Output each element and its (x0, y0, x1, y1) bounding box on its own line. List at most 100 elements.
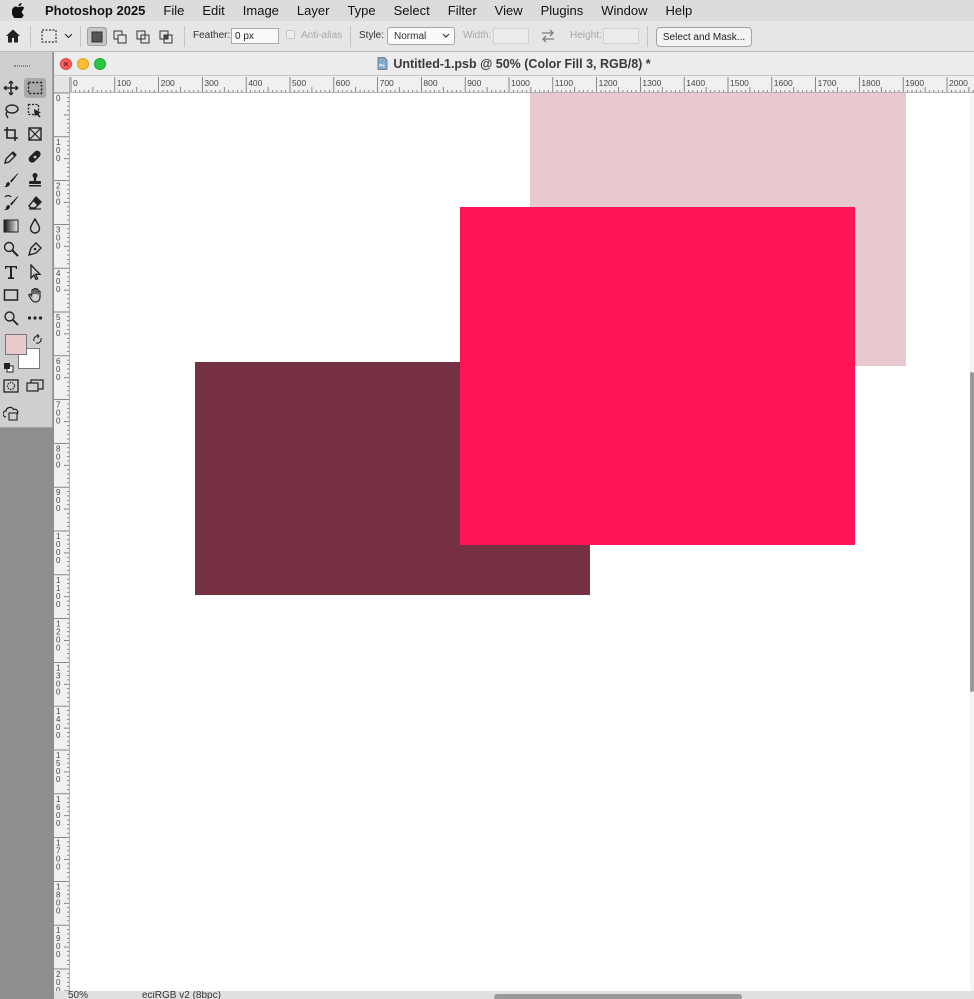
edit-toolbar-button[interactable] (24, 308, 46, 328)
menu-select[interactable]: Select (385, 3, 439, 18)
ruler-h-label: 300 (204, 78, 218, 88)
feather-label: Feather: (193, 30, 231, 41)
swap-colors-button[interactable] (32, 332, 43, 350)
healing-brush-tool[interactable] (24, 147, 46, 167)
canvas[interactable] (70, 93, 970, 991)
object-selection-tool[interactable] (24, 101, 46, 121)
menu-help[interactable]: Help (657, 3, 702, 18)
ruler-v-label: 0 (56, 154, 61, 163)
menu-bar: Photoshop 2025 File Edit Image Layer Typ… (0, 0, 974, 21)
eyedropper-tool[interactable] (0, 147, 22, 167)
chevron-down-icon (442, 33, 450, 38)
gradient-tool[interactable] (0, 216, 22, 236)
ruler-h-label: 2000 (949, 78, 968, 88)
menu-plugins[interactable]: Plugins (532, 3, 593, 18)
zoom-level[interactable]: 50% (68, 991, 88, 999)
rectangle-tool[interactable] (0, 285, 22, 305)
ruler-h-label: 1700 (818, 78, 837, 88)
foreground-color-swatch[interactable] (5, 334, 27, 355)
swap-dimensions-button[interactable] (540, 28, 556, 47)
ruler-origin[interactable] (54, 77, 70, 93)
height-input[interactable] (603, 28, 639, 44)
menu-file[interactable]: File (154, 3, 193, 18)
menu-type[interactable]: Type (338, 3, 384, 18)
move-icon (3, 80, 19, 96)
lasso-tool[interactable] (0, 101, 22, 121)
intersect-selection-button[interactable] (156, 27, 176, 46)
style-label: Style: (359, 30, 385, 41)
horizontal-scroll-thumb[interactable] (494, 994, 742, 999)
subtract-selection-icon (136, 30, 150, 43)
document-title-bar[interactable]: Ps Untitled-1.psb @ 50% (Color Fill 3, RG… (54, 52, 974, 76)
feather-input[interactable] (231, 28, 279, 44)
menu-view[interactable]: View (486, 3, 532, 18)
menu-layer[interactable]: Layer (288, 3, 339, 18)
eraser-tool[interactable] (24, 193, 46, 213)
content-credentials-button[interactable] (0, 403, 22, 423)
menu-app-name[interactable]: Photoshop 2025 (36, 3, 154, 18)
screen-mode-icon (26, 379, 44, 392)
history-brush-tool[interactable] (0, 193, 22, 213)
style-select[interactable]: Normal (387, 27, 455, 45)
width-input[interactable] (493, 28, 529, 44)
ruler-h-label: 600 (336, 78, 350, 88)
crop-tool[interactable] (0, 124, 22, 144)
swap-icon (542, 29, 554, 43)
ruler-h-label: 1000 (511, 78, 530, 88)
pen-tool[interactable] (24, 239, 46, 259)
rect-marquee-tool[interactable] (24, 78, 46, 98)
brush-icon (4, 173, 18, 188)
tool-preset-picker[interactable] (40, 28, 74, 47)
ruler-v-label: 0 (56, 731, 61, 740)
ruler-h-label: 100 (117, 78, 131, 88)
ruler-v-label: 0 (56, 556, 61, 565)
path-selection-tool[interactable] (24, 262, 46, 282)
vertical-scroll-thumb[interactable] (970, 372, 974, 692)
tools-panel (0, 52, 53, 428)
menu-image[interactable]: Image (234, 3, 288, 18)
apple-menu[interactable] (0, 3, 36, 18)
object-select-icon (27, 103, 41, 118)
panel-grip[interactable] (14, 65, 30, 67)
lasso-icon (5, 104, 19, 119)
path-select-icon (30, 264, 42, 280)
subtract-from-selection-button[interactable] (133, 27, 153, 46)
horizontal-ruler[interactable]: 0 100 200 300 400 500 600 700 800 900 1000 1100 1200… (70, 77, 974, 93)
type-icon (5, 266, 17, 279)
ruler-h-label: 700 (380, 78, 394, 88)
cloud-document-icon (3, 406, 19, 421)
quick-mask-button[interactable] (0, 376, 22, 396)
ruler-h-label: 500 (292, 78, 306, 88)
frame-tool[interactable] (24, 124, 46, 144)
vertical-ruler[interactable]: 0100200300400500600700800900100011001200… (54, 93, 70, 991)
screen-mode-button[interactable] (24, 376, 46, 396)
dodge-tool[interactable] (0, 239, 22, 259)
brush-tool[interactable] (0, 170, 22, 190)
ruler-v-label: 0 (56, 241, 61, 250)
default-colors-icon (4, 363, 14, 373)
ruler-v-label: 0 (56, 644, 61, 653)
ruler-v-label: 0 (56, 329, 61, 338)
horizontal-ruler-ticks: 0 100 200 300 400 500 600 700 800 900 1000 1100 1200… (70, 77, 974, 92)
rect-marquee-icon (27, 81, 43, 95)
zoom-tool[interactable] (0, 308, 22, 328)
ruler-v-label: 0 (56, 198, 61, 207)
new-selection-button[interactable] (87, 27, 107, 46)
clone-stamp-tool[interactable] (24, 170, 46, 190)
menu-edit[interactable]: Edit (193, 3, 233, 18)
anti-alias-checkbox[interactable] (286, 30, 295, 39)
healing-brush-icon (28, 150, 41, 163)
home-button[interactable] (5, 28, 21, 47)
add-to-selection-button[interactable] (110, 27, 130, 46)
color-fill-hot-pink[interactable] (460, 207, 855, 545)
crop-icon (4, 127, 18, 141)
add-selection-icon (113, 30, 127, 43)
menu-window[interactable]: Window (592, 3, 656, 18)
move-tool[interactable] (0, 78, 22, 98)
menu-filter[interactable]: Filter (439, 3, 486, 18)
blur-tool[interactable] (24, 216, 46, 236)
hand-tool[interactable] (24, 285, 46, 305)
select-and-mask-button[interactable]: Select and Mask... (656, 27, 752, 47)
ruler-h-label: 400 (248, 78, 262, 88)
type-tool[interactable] (0, 262, 22, 282)
